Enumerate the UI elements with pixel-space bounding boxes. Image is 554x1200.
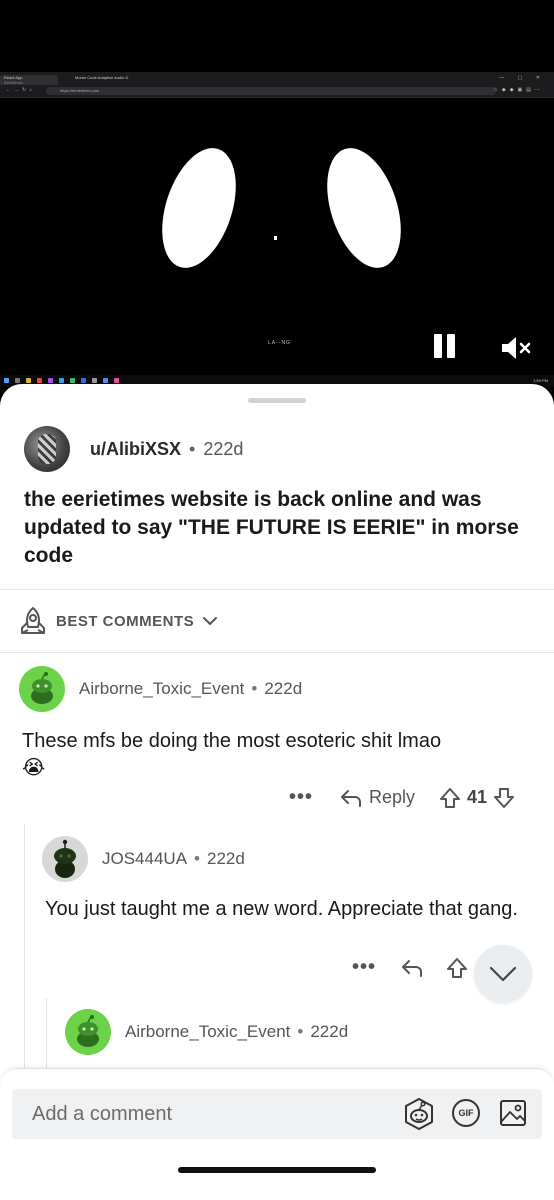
thread-line <box>46 998 47 1068</box>
comment-username[interactable]: Airborne_Toxic_Event <box>79 679 244 699</box>
browser-extension-icons: ☆◆◆▣▤⋯ <box>493 87 544 93</box>
more-options-button[interactable]: ••• <box>289 786 313 809</box>
snoo-emoji-icon[interactable] <box>400 1095 438 1133</box>
separator-dot: • <box>194 849 200 868</box>
vote-count: 41 <box>467 787 488 807</box>
avatar[interactable] <box>42 836 88 882</box>
comment-age: 222d <box>207 849 245 868</box>
downvote-arrow-icon[interactable] <box>493 787 515 809</box>
pause-icon-bar <box>433 334 442 358</box>
reply-button[interactable]: Reply <box>339 787 415 808</box>
snoo-avatar-icon <box>54 839 76 878</box>
comment-text: These mfs be doing the most esoteric shi… <box>22 730 442 752</box>
avatar[interactable] <box>24 426 70 472</box>
mouse-cursor <box>274 236 277 240</box>
thread-line <box>24 824 25 1068</box>
pause-icon-bar <box>446 334 455 358</box>
comment-header: JOS444UA • 222d <box>42 836 245 882</box>
upvote-arrow-icon[interactable] <box>439 787 461 809</box>
comment-body: These mfs be doing the most esoteric shi… <box>22 728 532 782</box>
snoo-avatar-icon <box>77 1015 99 1047</box>
browser-chrome: React App Eerietimes Morse Code Adaptive… <box>0 72 554 98</box>
right-eye-shape <box>313 138 415 278</box>
reply-button[interactable] <box>400 958 424 978</box>
vote-control <box>446 957 468 979</box>
comment-header: Airborne_Toxic_Event • 222d <box>19 666 302 712</box>
comment-input[interactable]: Add a comment GIF <box>12 1089 542 1139</box>
gif-button[interactable]: GIF <box>452 1099 480 1127</box>
post-header: u/AlibiXSX • 222d <box>24 426 243 472</box>
taskbar-icons <box>4 378 119 383</box>
comment-username[interactable]: Airborne_Toxic_Event <box>125 1022 290 1042</box>
comment-age: 222d <box>264 679 303 698</box>
comment-actions: ••• <box>352 956 468 979</box>
speaker-muted-icon <box>502 337 531 359</box>
scroll-down-button[interactable] <box>474 945 532 1003</box>
crying-emoji: 😭 <box>22 757 46 779</box>
window-controls: — ▢ ✕ <box>499 75 546 81</box>
post-username[interactable]: u/AlibiXSX <box>90 439 181 460</box>
home-indicator <box>178 1167 376 1173</box>
browser-nav-icons: ←→↻⌂ <box>6 87 36 93</box>
comment-actions: ••• Reply 41 <box>289 786 515 809</box>
chevron-down-icon <box>489 966 517 982</box>
post-age: 222d <box>203 438 244 459</box>
vote-control: 41 <box>439 787 515 809</box>
rocket-icon <box>21 607 45 634</box>
post-title: the eerietimes website is back online an… <box>24 488 519 567</box>
sort-dropdown[interactable]: BEST COMMENTS <box>18 606 218 636</box>
taskbar-clock: 1:59 PM <box>533 378 548 383</box>
video-caption: LA--NG <box>268 340 291 346</box>
comment-placeholder: Add a comment <box>32 1102 173 1125</box>
snoo-avatar-icon <box>31 672 53 704</box>
divider <box>0 652 554 653</box>
sort-label: BEST COMMENTS <box>56 612 195 630</box>
upvote-arrow-icon[interactable] <box>446 957 468 979</box>
browser-url: https://eerietimes.com <box>46 87 496 95</box>
video-player[interactable]: React App Eerietimes Morse Code Adaptive… <box>0 0 554 400</box>
reply-label: Reply <box>369 787 416 807</box>
separator-dot: • <box>251 679 258 698</box>
avatar[interactable] <box>19 666 65 712</box>
divider <box>0 589 554 590</box>
separator-dot: • <box>297 1022 304 1041</box>
browser-tab-subtitle: Eerietimes <box>4 80 23 85</box>
comments-sheet: u/AlibiXSX • 222d the eerietimes website… <box>0 384 554 1200</box>
reply-arrow-icon <box>341 789 362 807</box>
browser-tab-inactive: Morse Code Adaptive Audio D <box>75 75 129 80</box>
comment-age: 222d <box>310 1022 349 1041</box>
left-eye-shape <box>148 138 250 278</box>
separator-dot: • <box>189 438 196 459</box>
comment-username[interactable]: JOS444UA <box>102 849 187 869</box>
pause-button[interactable] <box>432 334 456 358</box>
avatar[interactable] <box>65 1009 111 1055</box>
chevron-down-icon <box>203 617 218 625</box>
browser-tab-active: React App Eerietimes <box>0 75 58 85</box>
more-options-button[interactable]: ••• <box>352 956 376 979</box>
mute-button[interactable] <box>500 334 532 362</box>
gif-label: GIF <box>458 1108 474 1118</box>
image-icon[interactable] <box>498 1098 528 1128</box>
reply-arrow-icon <box>402 959 423 977</box>
comment-body: You just taught me a new word. Appreciat… <box>45 898 518 920</box>
sheet-grabber[interactable] <box>248 398 306 403</box>
comment-header: Airborne_Toxic_Event • 222d <box>65 1009 348 1055</box>
comment-composer: Add a comment GIF <box>0 1068 554 1200</box>
